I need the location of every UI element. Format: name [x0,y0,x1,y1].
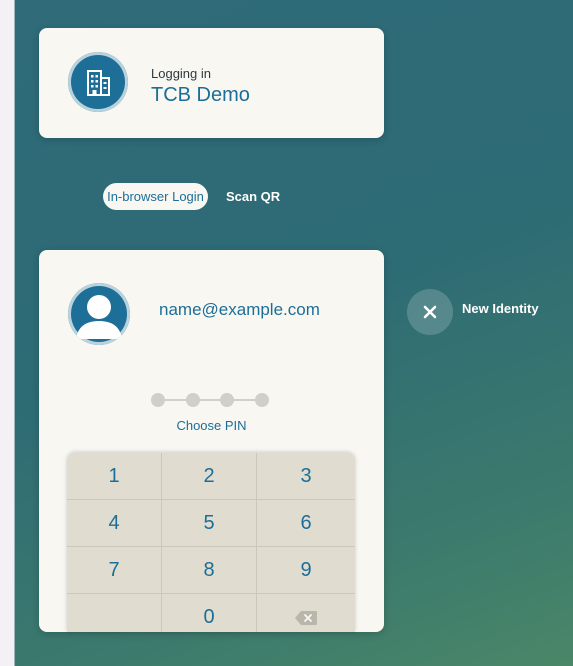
close-icon[interactable] [407,289,453,335]
login-info-card: Logging in TCB Demo [39,28,384,138]
tab-scan-qr[interactable]: Scan QR [226,183,280,210]
keypad-key-4[interactable]: 4 [67,500,162,547]
user-avatar-icon[interactable] [68,283,130,345]
app-background: Logging in TCB Demo In-browser Login Sca… [14,0,573,666]
keypad-key-3[interactable]: 3 [257,453,355,500]
identity-email[interactable]: name@example.com [159,300,320,320]
identity-card: name@example.com Choose PIN 1 2 3 4 5 6 … [39,250,384,632]
keypad-key-9[interactable]: 9 [257,547,355,594]
choose-pin-label: Choose PIN [176,418,247,433]
pin-track [157,399,263,401]
backspace-icon [295,610,317,625]
new-identity-label[interactable]: New Identity [462,301,539,316]
pin-dot [255,393,269,407]
keypad-key-0[interactable]: 0 [162,594,257,632]
keypad-key-blank [67,594,162,632]
keypad-key-1[interactable]: 1 [67,453,162,500]
building-icon [68,52,128,112]
keypad-key-2[interactable]: 2 [162,453,257,500]
keypad-key-6[interactable]: 6 [257,500,355,547]
logging-in-label: Logging in [151,66,211,81]
pin-dot [186,393,200,407]
keypad-key-7[interactable]: 7 [67,547,162,594]
tab-in-browser-login[interactable]: In-browser Login [103,183,208,210]
pin-keypad: 1 2 3 4 5 6 7 8 9 0 [67,453,355,632]
keypad-backspace-button[interactable] [257,594,355,632]
pin-dot [220,393,234,407]
keypad-key-8[interactable]: 8 [162,547,257,594]
pin-indicator [151,393,269,407]
keypad-key-5[interactable]: 5 [162,500,257,547]
organization-name: TCB Demo [151,84,250,106]
pin-dot [151,393,165,407]
